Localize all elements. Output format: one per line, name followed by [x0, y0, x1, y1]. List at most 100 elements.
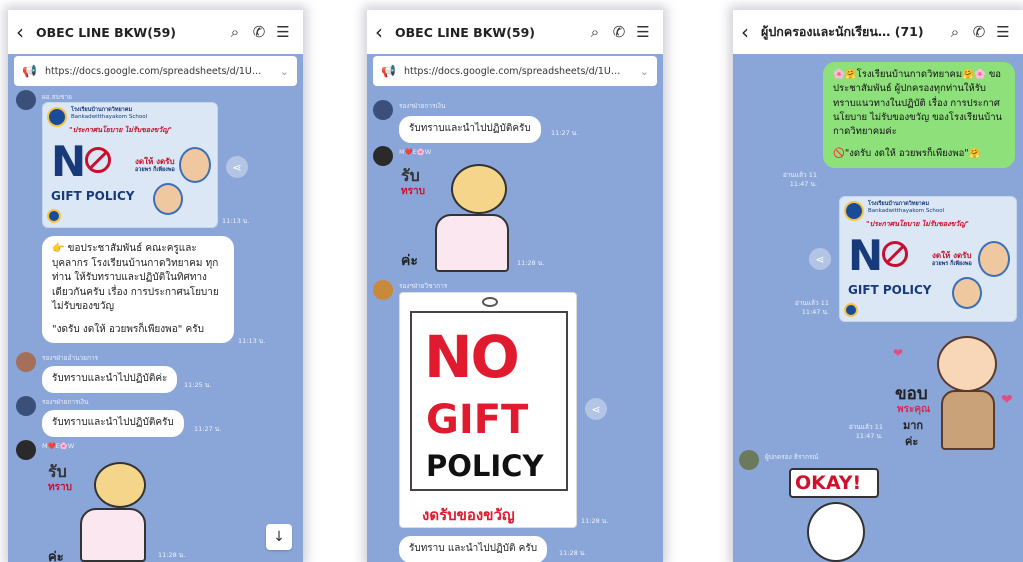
avatar[interactable] — [373, 146, 393, 166]
sent-message-bubble[interactable]: 🌸🤗โรงเรียนบ้านกาดวิทยาคม🤗🌸 ขอประชาสัมพัน… — [823, 62, 1015, 168]
message-bubble[interactable]: รับทราบและนำไปปฏิบัติค่ะ — [42, 366, 178, 393]
sender-name: M❤️E🌸W — [42, 442, 75, 450]
policy-poster-image[interactable]: โรงเรียนบ้านกาดวิทยาคม Bankadwitthayakom… — [839, 196, 1017, 322]
sticker-text: OKAY! — [795, 472, 862, 494]
phone-icon[interactable]: ✆ — [607, 23, 631, 41]
phone-icon[interactable]: ✆ — [247, 23, 271, 41]
chat-title: OBEC LINE BKW(59) — [36, 24, 177, 40]
no-gift-policy-image[interactable]: NO GIFT POLICY งดรับของขวัญ — [399, 292, 577, 528]
search-icon[interactable]: ⌕ — [583, 23, 607, 41]
chat-header: ‹ OBEC LINE BKW(59) ⌕ ✆ ☰ — [8, 10, 303, 54]
avatar[interactable] — [16, 440, 36, 460]
poster-badge-sub: อวยพร ก็เพียงพอ — [932, 261, 972, 267]
person-photo — [153, 183, 183, 215]
sticker-girl-head — [94, 462, 146, 508]
menu-icon[interactable]: ☰ — [271, 23, 295, 41]
message-time: 11:47 น. — [789, 180, 817, 188]
person-photo — [179, 147, 211, 183]
message-time: 11:28 น. — [581, 517, 609, 525]
message-time: 11:28 น. — [158, 551, 186, 559]
avatar[interactable] — [373, 280, 393, 300]
message-text: 👉 ขอประชาสัมพันธ์ คณะครูและบุคลากร โรงเร… — [52, 243, 219, 312]
sender-name: ผู้ปกครอง ธิรากรณ์ — [765, 453, 819, 461]
salute-sticker[interactable]: รับ ทราบ ค่ะ — [42, 454, 152, 562]
okay-sticker[interactable]: OKAY! — [785, 466, 885, 562]
avatar[interactable] — [16, 396, 36, 416]
no-gift-icon — [882, 241, 908, 267]
avatar[interactable] — [373, 100, 393, 120]
policy-text: POLICY — [426, 449, 544, 483]
school-seal-icon — [47, 209, 61, 223]
chat-title: ผู้ปกครองและนักเรียน… (71) — [761, 24, 924, 39]
message-text: รับทราบและนำไปปฏิบัติค่ะ — [52, 373, 168, 384]
school-seal-icon — [844, 201, 864, 221]
person-photo — [978, 241, 1010, 277]
sticker-text: ค่ะ — [905, 435, 919, 448]
back-icon[interactable]: ‹ — [375, 20, 395, 44]
announcement-bar[interactable]: 📢 https://docs.google.com/spreadsheets/d… — [373, 56, 657, 86]
poster-gift-policy: GIFT POLICY — [51, 189, 135, 203]
gift-text: GIFT — [426, 397, 529, 443]
message-bubble[interactable]: รับทราบและนำไปปฏิบัติครับ — [399, 116, 541, 143]
share-icon[interactable]: ⋖ — [585, 398, 607, 420]
share-icon[interactable]: ⋖ — [809, 248, 831, 270]
avatar[interactable] — [16, 90, 36, 110]
message-bubble[interactable]: รับทราบ และนำไปปฏิบัติ ครับ — [399, 536, 548, 562]
menu-icon[interactable]: ☰ — [631, 23, 655, 41]
share-icon[interactable]: ⋖ — [226, 156, 248, 178]
search-icon[interactable]: ⌕ — [943, 23, 967, 41]
poster-badge-sub: อวยพร ก็เพียงพอ — [135, 167, 175, 173]
message-time: 11:47 น. — [801, 308, 829, 316]
message-time: 11:47 น. — [855, 432, 883, 440]
avatar[interactable] — [739, 450, 759, 470]
message-time: 11:28 น. — [559, 549, 587, 557]
policy-poster-image[interactable]: โรงเรียนบ้านกาดวิทยาคม Bankadwitthayakom… — [42, 102, 218, 228]
search-icon[interactable]: ⌕ — [223, 23, 247, 41]
sticker-girl-body — [435, 214, 509, 272]
message-time: 11:25 น. — [184, 381, 212, 389]
poster-gift-policy: GIFT POLICY — [848, 283, 932, 297]
message-bubble[interactable]: รับทราบและนำไปปฏิบัติครับ — [42, 410, 184, 437]
announcement-bar[interactable]: 📢 https://docs.google.com/spreadsheets/d… — [14, 56, 297, 86]
sender-name: รองฯฝ่ายวิชาการ — [399, 282, 448, 290]
sticker-text: ค่ะ — [401, 253, 418, 269]
message-text: รับทราบ และนำไปปฏิบัติ ครับ — [409, 543, 538, 554]
school-seal-icon — [844, 303, 858, 317]
poster-school: โรงเรียนบ้านกาดวิทยาคม — [868, 201, 930, 207]
sticker-bunny — [807, 502, 865, 562]
poster-school-en: Bankadwitthayakom School — [868, 208, 945, 214]
thanks-sticker[interactable]: ❤ ❤ ขอบ พระคุณ มาก ค่ะ — [889, 332, 1017, 454]
salute-sticker[interactable]: รับ ทราบ ค่ะ — [395, 160, 515, 272]
heart-icon: ❤ — [893, 346, 904, 360]
message-time: 11:13 น. — [222, 217, 250, 225]
menu-icon[interactable]: ☰ — [991, 23, 1015, 41]
scroll-down-icon[interactable]: ↓ — [266, 524, 292, 550]
sender-name: M❤️E🌸W — [399, 148, 432, 156]
message-time: 11:13 น. — [238, 337, 266, 345]
sticker-text: ค่ะ — [48, 550, 64, 562]
message-text: รับทราบและนำไปปฏิบัติครับ — [409, 123, 531, 134]
message-bubble[interactable]: 👉 ขอประชาสัมพันธ์ คณะครูและบุคลากร โรงเร… — [42, 236, 234, 343]
avatar[interactable] — [16, 352, 36, 372]
chevron-down-icon[interactable]: ⌄ — [280, 65, 289, 78]
message-time: 11:27 น. — [551, 129, 579, 137]
poster-slogan: "ประกาศนโยบาย ไม่รับของขวัญ" — [69, 126, 172, 134]
message-text: 🚫"งดรับ งดให้ อวยพรก็เพียงพอ"🤗 — [833, 148, 981, 160]
sticker-girl-head — [451, 164, 507, 214]
chat-header: ‹ OBEC LINE BKW(59) ⌕ ✆ ☰ — [367, 10, 663, 54]
message-time: 11:27 น. — [194, 425, 222, 433]
back-icon[interactable]: ‹ — [16, 20, 36, 44]
back-icon[interactable]: ‹ — [741, 20, 761, 44]
chat-screen-2: ‹ OBEC LINE BKW(59) ⌕ ✆ ☰ 📢 https://docs… — [367, 10, 663, 562]
sticker-woman-body — [941, 390, 995, 450]
chevron-down-icon[interactable]: ⌄ — [640, 65, 649, 78]
poster-big-n: N — [51, 137, 87, 186]
phone-icon[interactable]: ✆ — [967, 23, 991, 41]
chat-title: OBEC LINE BKW(59) — [395, 24, 536, 40]
poster-slogan: "ประกาศนโยบาย ไม่รับของขวัญ" — [866, 220, 969, 228]
megaphone-icon: 📢 — [22, 64, 37, 78]
announcement-url: https://docs.google.com/spreadsheets/d/1… — [44, 65, 262, 77]
message-text: รับทราบและนำไปปฏิบัติครับ — [52, 417, 174, 428]
sender-name: รองฯฝ่ายการเงิน — [42, 398, 89, 406]
megaphone-icon: 📢 — [381, 64, 396, 78]
